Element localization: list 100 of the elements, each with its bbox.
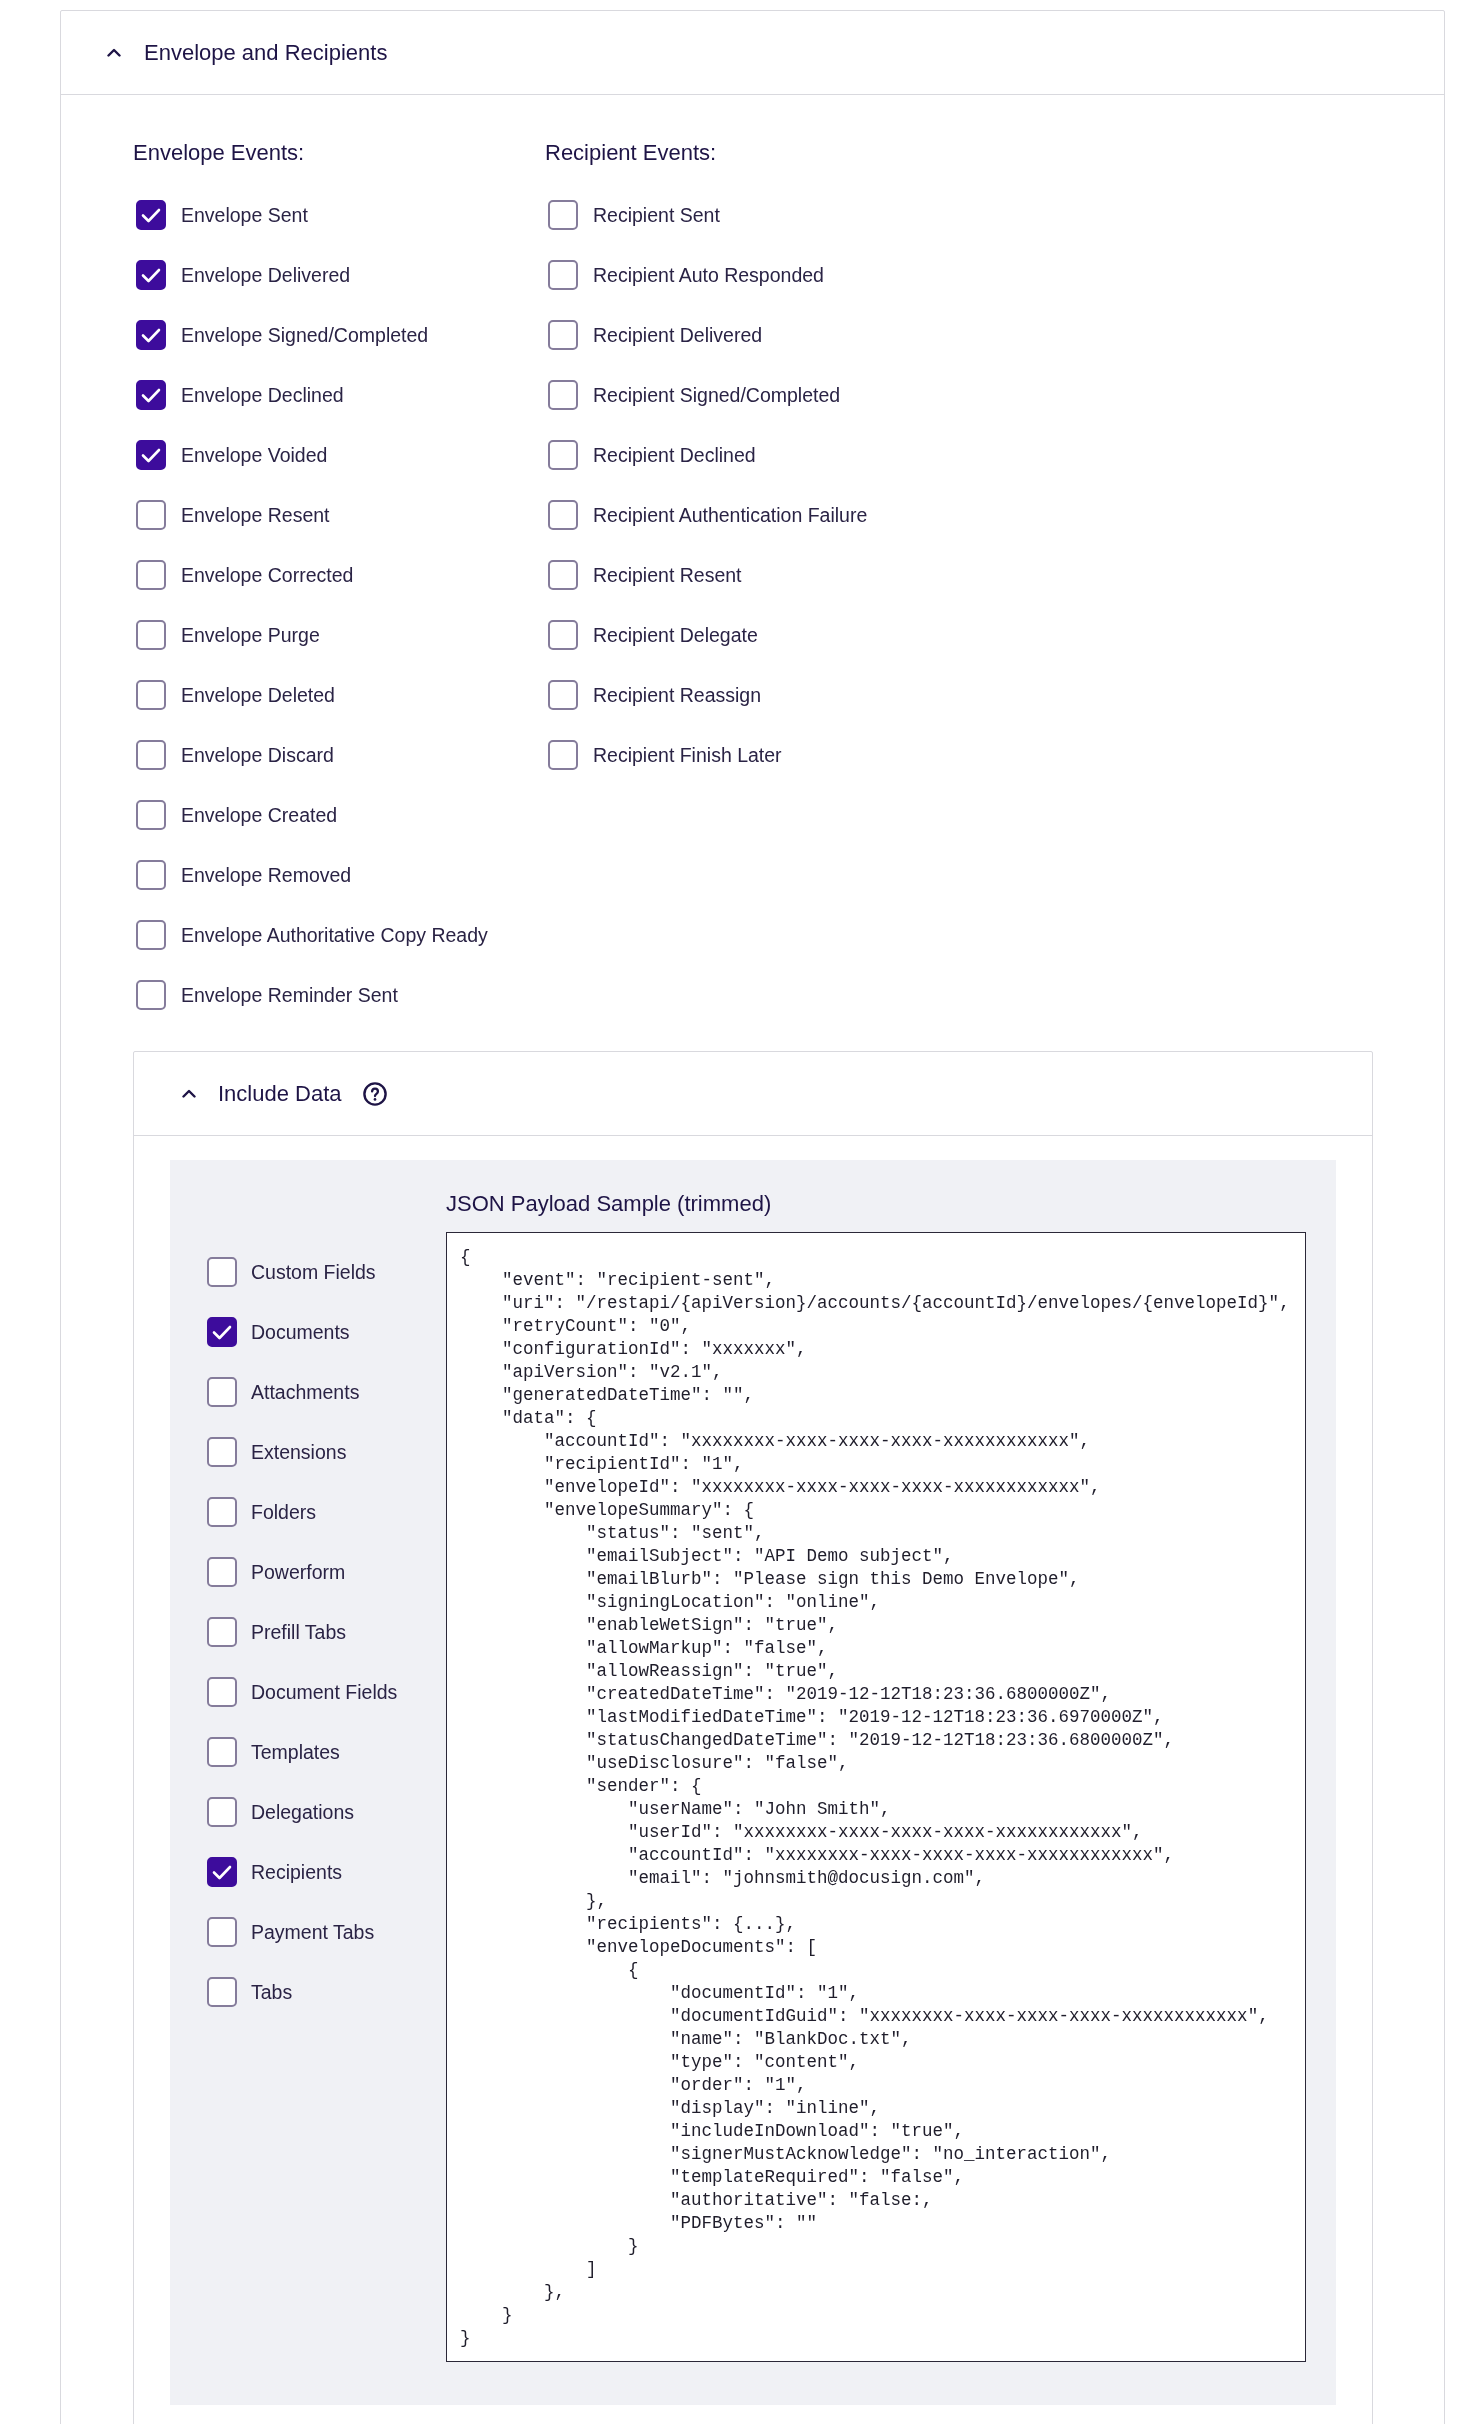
checkbox[interactable]: [207, 1497, 237, 1527]
checkbox[interactable]: [136, 980, 166, 1010]
checkbox[interactable]: [207, 1377, 237, 1407]
code-line: "includeInDownload": "true",: [670, 2120, 965, 2143]
checkbox[interactable]: [548, 200, 578, 230]
checkbox-label: Envelope Reminder Sent: [181, 983, 398, 1007]
code-line: "userId": "xxxxxxxx-xxxx-xxxx-xxxx-xxxxxxxxxxxx",: [628, 1821, 1143, 1844]
code-line: "allowMarkup": "false",: [586, 1637, 828, 1660]
code-line: "recipients": {...},: [586, 1913, 797, 1936]
checkbox[interactable]: [207, 1797, 237, 1827]
checkbox-label: Delegations: [251, 1800, 354, 1824]
checkbox[interactable]: [207, 1317, 237, 1347]
checkbox[interactable]: [548, 440, 578, 470]
checkbox-label: Attachments: [251, 1380, 360, 1404]
code-line: },: [586, 1890, 608, 1913]
code-line: "configurationId": "xxxxxxx",: [502, 1338, 807, 1361]
checkbox[interactable]: [207, 1857, 237, 1887]
checkmark-icon: [141, 387, 161, 403]
checkbox[interactable]: [136, 800, 166, 830]
code-line: }: [502, 2304, 513, 2327]
code-line: "envelopeSummary": {: [544, 1499, 755, 1522]
checkbox[interactable]: [207, 1977, 237, 2007]
checkbox[interactable]: [548, 260, 578, 290]
checkbox-label: Envelope Deleted: [181, 683, 335, 707]
checkmark-icon: [141, 207, 161, 223]
checkbox[interactable]: [136, 740, 166, 770]
checkbox[interactable]: [207, 1557, 237, 1587]
checkbox[interactable]: [207, 1437, 237, 1467]
code-line: "envelopeDocuments": [: [586, 1936, 818, 1959]
checkbox-label: Recipient Reassign: [593, 683, 761, 707]
checkbox[interactable]: [548, 320, 578, 350]
code-line: "retryCount": "0",: [502, 1315, 692, 1338]
checkbox[interactable]: [548, 620, 578, 650]
checkbox-label: Recipient Resent: [593, 563, 742, 587]
checkbox[interactable]: [136, 620, 166, 650]
checkbox-label: Envelope Signed/Completed: [181, 323, 429, 347]
code-line: "PDFBytes": "": [670, 2212, 818, 2235]
accordion-toggle[interactable]: Envelope and Recipients: [107, 38, 388, 67]
code-line: },: [544, 2281, 565, 2304]
checkbox[interactable]: [548, 560, 578, 590]
checkbox[interactable]: [207, 1737, 237, 1767]
checkbox-label: Prefill Tabs: [251, 1620, 346, 1644]
checkbox[interactable]: [548, 500, 578, 530]
code-line: "accountId": "xxxxxxxx-xxxx-xxxx-xxxx-xxxxxxxxxxxx",: [544, 1430, 1091, 1453]
code-line: "display": "inline",: [670, 2097, 881, 2120]
checkbox[interactable]: [548, 380, 578, 410]
checkbox-label: Envelope Removed: [181, 863, 352, 887]
help-icon[interactable]: [362, 1081, 387, 1106]
checkbox-label: Recipient Finish Later: [593, 743, 782, 767]
code-line: "type": "content",: [670, 2051, 860, 2074]
code-line: "generatedDateTime": "",: [502, 1384, 755, 1407]
checkbox-label: Envelope Created: [181, 803, 338, 827]
checkbox[interactable]: [548, 680, 578, 710]
checkbox-label: Documents: [251, 1320, 350, 1344]
checkbox-label: Recipient Sent: [593, 203, 720, 227]
code-line: "name": "BlankDoc.txt",: [670, 2028, 912, 2051]
checkbox-label: Recipient Auto Responded: [593, 263, 824, 287]
code-line: }: [460, 2327, 471, 2350]
checkmark-icon: [141, 327, 161, 343]
checkbox-label: Envelope Purge: [181, 623, 320, 647]
checkbox[interactable]: [136, 500, 166, 530]
checkbox[interactable]: [207, 1617, 237, 1647]
checkbox[interactable]: [136, 260, 166, 290]
code-line: "emailSubject": "API Demo subject",: [586, 1545, 954, 1568]
code-line: "signerMustAcknowledge": "no_interaction",: [670, 2143, 1112, 2166]
checkbox[interactable]: [207, 1257, 237, 1287]
checkmark-icon: [212, 1324, 232, 1340]
checkbox[interactable]: [136, 440, 166, 470]
checkbox[interactable]: [136, 560, 166, 590]
checkbox[interactable]: [136, 320, 166, 350]
code-line: "useDisclosure": "false",: [586, 1752, 849, 1775]
checkbox-label: Tabs: [251, 1980, 293, 2004]
checkbox[interactable]: [136, 860, 166, 890]
code-line: "userName": "John Smith",: [628, 1798, 891, 1821]
code-line: "documentId": "1",: [670, 1982, 860, 2005]
code-line: ]: [586, 2258, 597, 2281]
checkbox-label: Powerform: [251, 1560, 346, 1584]
checkbox-label: Recipients: [251, 1860, 343, 1884]
code-line: "envelopeId": "xxxxxxxx-xxxx-xxxx-xxxx-xxxxxxxxxxxx",: [544, 1476, 1101, 1499]
code-line: "uri": "/restapi/{apiVersion}/accounts/{accountId}/envelopes/{envelopeId}",: [502, 1292, 1290, 1315]
code-line: "sender": {: [586, 1775, 702, 1798]
checkbox[interactable]: [136, 680, 166, 710]
checkbox[interactable]: [136, 380, 166, 410]
code-line: "signingLocation": "online",: [586, 1591, 881, 1614]
code-line: "data": {: [502, 1407, 597, 1430]
checkbox-label: Document Fields: [251, 1680, 398, 1704]
checkbox-label: Folders: [251, 1500, 317, 1524]
checkmark-icon: [141, 267, 161, 283]
checkbox-label: Envelope Corrected: [181, 563, 354, 587]
checkbox[interactable]: [548, 740, 578, 770]
code-line: "allowReassign": "true",: [586, 1660, 839, 1683]
checkbox[interactable]: [207, 1917, 237, 1947]
code-line: "accountId": "xxxxxxxx-xxxx-xxxx-xxxx-xxxxxxxxxxxx",: [628, 1844, 1175, 1867]
accordion-toggle[interactable]: Include Data: [182, 1079, 342, 1108]
checkbox[interactable]: [207, 1677, 237, 1707]
checkbox[interactable]: [136, 920, 166, 950]
checkbox-label: Envelope Authoritative Copy Ready: [181, 923, 488, 947]
checkbox[interactable]: [136, 200, 166, 230]
code-line: "email": "johnsmith@docusign.com",: [628, 1867, 986, 1890]
checkbox-label: Envelope Discard: [181, 743, 334, 767]
